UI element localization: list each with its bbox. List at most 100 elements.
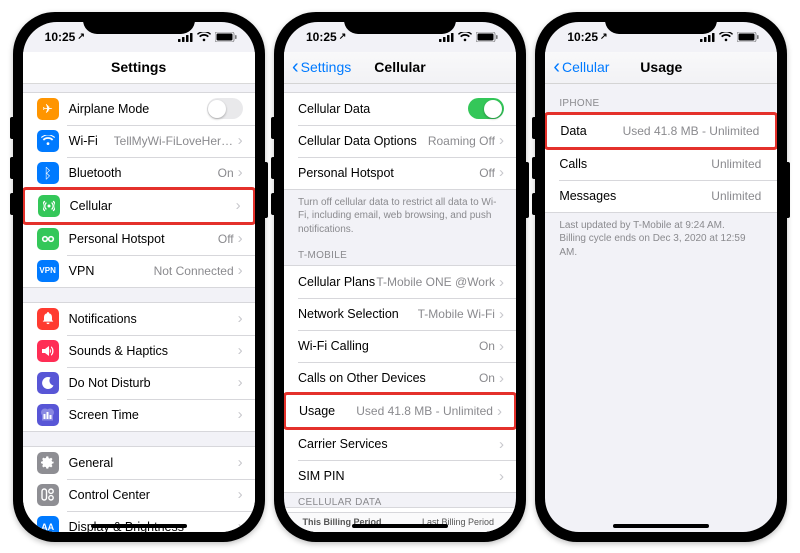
row-detail: TellMyWi-FiLoveHer-5G [114, 134, 234, 148]
nav-back-label: Cellular [562, 59, 609, 75]
row-label: Cellular Data Options [298, 134, 417, 148]
row-label: Carrier Services [298, 437, 388, 451]
battery-icon [737, 32, 759, 42]
row-data-usage[interactable]: Data Used 41.8 MB - Unlimited [547, 115, 775, 147]
row-detail: Not Connected [154, 264, 234, 278]
chevron-left-icon: ‹ [292, 57, 299, 77]
row-label: Usage [299, 404, 335, 418]
row-screen-time[interactable]: Screen Time › [23, 399, 255, 431]
row-general[interactable]: General › [23, 447, 255, 479]
row-cellular-data[interactable]: Cellular Data [284, 93, 516, 125]
phone-frame-2: 10:25↗ ‹ Settings Cellular Cellular Data [274, 12, 526, 542]
chevron-right-icon: › [238, 311, 243, 326]
row-label: Personal Hotspot [298, 166, 394, 180]
cellular-icon [38, 195, 60, 217]
row-detail: Unlimited [711, 157, 761, 171]
airplane-toggle[interactable] [207, 98, 243, 119]
row-label: Personal Hotspot [69, 232, 165, 246]
chevron-right-icon: › [497, 404, 502, 419]
row-carrier-services[interactable]: Carrier Services › [284, 428, 516, 460]
airplane-icon: ✈︎ [37, 98, 59, 120]
row-label: Sounds & Haptics [69, 344, 168, 358]
cellular-data-toggle[interactable] [468, 98, 504, 119]
row-label: Airplane Mode [69, 102, 150, 116]
nav-back-button[interactable]: ‹ Settings [284, 57, 351, 77]
chevron-right-icon: › [238, 455, 243, 470]
row-wifi[interactable]: Wi-Fi TellMyWi-FiLoveHer-5G › [23, 125, 255, 157]
wifi-icon [719, 32, 733, 42]
group-footer-text: Last updated by T-Mobile at 9:24 AM. Bil… [545, 213, 777, 260]
row-display[interactable]: AA Display & Brightness › [23, 511, 255, 532]
chevron-right-icon: › [499, 371, 504, 386]
chevron-right-icon: › [238, 519, 243, 532]
bluetooth-icon: ᛒ [37, 162, 59, 184]
row-vpn[interactable]: VPN VPN Not Connected › [23, 255, 255, 287]
row-label: Calls [559, 157, 587, 171]
row-airplane-mode[interactable]: ✈︎ Airplane Mode [23, 93, 255, 125]
row-detail: Off [218, 232, 234, 246]
chevron-right-icon: › [499, 437, 504, 452]
chevron-right-icon: › [499, 469, 504, 484]
screen-settings: 10:25 ↗ Settings ✈︎ Airplane Mode [23, 22, 255, 532]
chevron-right-icon: › [499, 307, 504, 322]
row-detail: T-Mobile Wi-Fi [418, 307, 495, 321]
nav-back-label: Settings [301, 59, 352, 75]
group-header-cellular-data: CELLULAR DATA [284, 497, 516, 512]
row-personal-hotspot[interactable]: Personal Hotspot Off › [23, 223, 255, 255]
row-sounds[interactable]: Sounds & Haptics › [23, 335, 255, 367]
nav-bar: ‹ Settings Cellular [284, 52, 516, 84]
nav-back-button[interactable]: ‹ Cellular [545, 57, 609, 77]
row-dnd[interactable]: Do Not Disturb › [23, 367, 255, 399]
wifi-icon [458, 32, 472, 42]
general-icon [37, 452, 59, 474]
row-cellular-options[interactable]: Cellular Data Options Roaming Off › [284, 125, 516, 157]
wifi-settings-icon [37, 130, 59, 152]
status-time: 10:25 [567, 30, 598, 44]
tab-last-period[interactable]: Last Billing Period [400, 513, 516, 532]
row-network-selection[interactable]: Network Selection T-Mobile Wi-Fi› [284, 298, 516, 330]
row-control-center[interactable]: Control Center › [23, 479, 255, 511]
row-detail: On [218, 166, 234, 180]
row-cellular[interactable]: Cellular › [25, 190, 253, 222]
cellular-list: Cellular Data Cellular Data Options Roam… [284, 84, 516, 532]
chevron-right-icon: › [238, 407, 243, 422]
row-label: Cellular Data [298, 102, 370, 116]
nav-title: Settings [23, 59, 255, 75]
home-indicator[interactable] [352, 524, 448, 528]
row-bluetooth[interactable]: ᛒ Bluetooth On › [23, 157, 255, 189]
group-footer-text: Turn off cellular data to restrict all d… [284, 190, 516, 237]
phone-notch [605, 12, 717, 34]
chevron-right-icon: › [238, 487, 243, 502]
phone-notch [344, 12, 456, 34]
row-calls-other-devices[interactable]: Calls on Other Devices On› [284, 362, 516, 394]
row-detail: Used 41.8 MB - Unlimited [356, 404, 493, 418]
tab-this-period[interactable]: This Billing Period [284, 513, 400, 532]
row-personal-hotspot[interactable]: Personal Hotspot Off › [284, 157, 516, 189]
row-label: Bluetooth [69, 166, 122, 180]
row-label: Do Not Disturb [69, 376, 151, 390]
usage-list: IPHONE Data Used 41.8 MB - Unlimited Cal… [545, 84, 777, 532]
dnd-icon [37, 372, 59, 394]
row-label: Messages [559, 189, 616, 203]
row-label: Data [560, 124, 586, 138]
row-messages-usage[interactable]: Messages Unlimited [545, 180, 777, 212]
location-arrow-icon: ↗ [600, 31, 608, 42]
row-notifications[interactable]: Notifications › [23, 303, 255, 335]
chevron-right-icon: › [238, 343, 243, 358]
home-indicator[interactable] [91, 524, 187, 528]
billing-period-tabs: This Billing Period Last Billing Period [284, 512, 516, 532]
chevron-left-icon: ‹ [553, 57, 560, 77]
row-detail: Used 41.8 MB - Unlimited [623, 124, 760, 138]
row-calls-usage[interactable]: Calls Unlimited [545, 148, 777, 180]
row-wifi-calling[interactable]: Wi-Fi Calling On› [284, 330, 516, 362]
row-label: Cellular [70, 199, 112, 213]
home-indicator[interactable] [613, 524, 709, 528]
row-usage[interactable]: Usage Used 41.8 MB - Unlimited › [286, 395, 514, 427]
row-cellular-plans[interactable]: Cellular Plans T-Mobile ONE @Work› [284, 266, 516, 298]
row-label: Control Center [69, 488, 150, 502]
sounds-icon [37, 340, 59, 362]
row-label: Wi-Fi [69, 134, 98, 148]
row-label: General [69, 456, 113, 470]
screen-usage: 10:25↗ ‹ Cellular Usage IPHONE Data [545, 22, 777, 532]
row-detail: Unlimited [711, 189, 761, 203]
